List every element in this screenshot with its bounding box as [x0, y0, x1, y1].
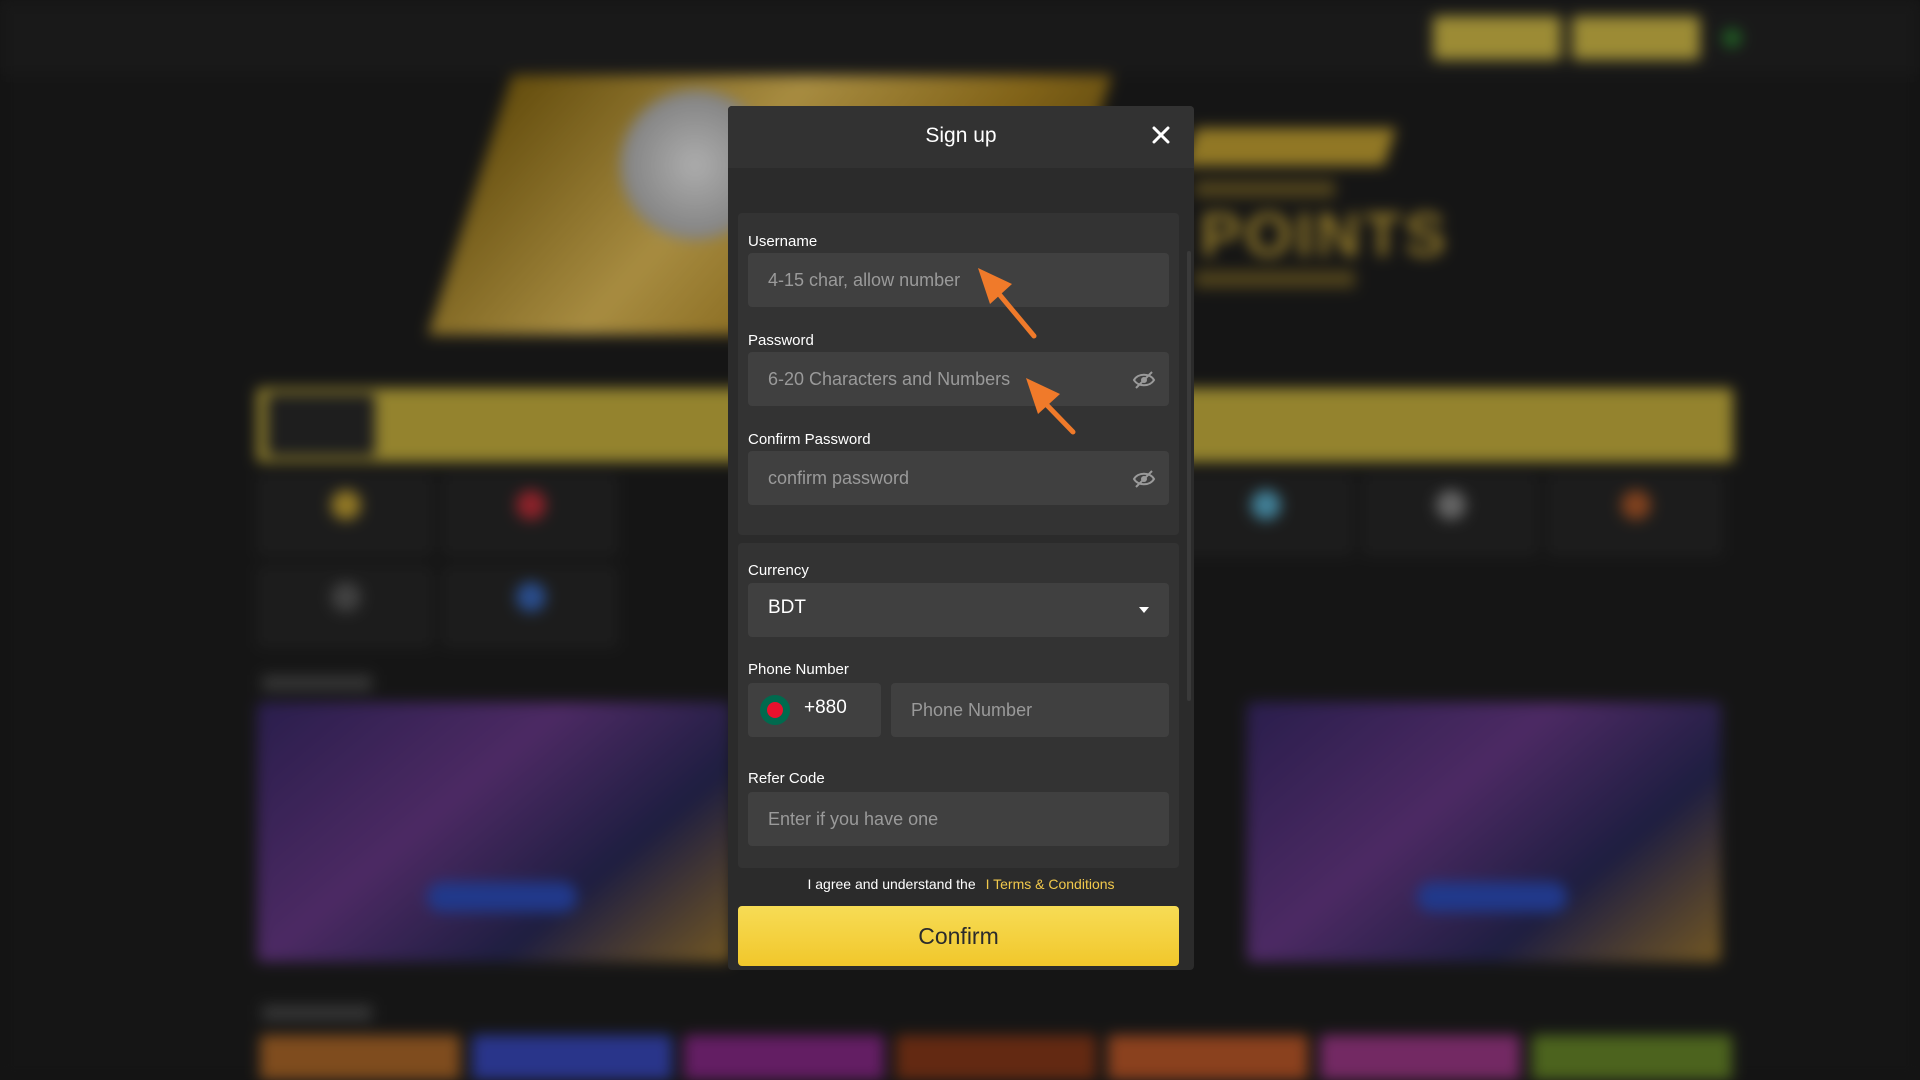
- eye-slash-icon[interactable]: [1132, 469, 1156, 489]
- confirm-button[interactable]: Confirm: [738, 906, 1179, 966]
- terms-link[interactable]: I Terms & Conditions: [986, 876, 1115, 892]
- eye-slash-icon[interactable]: [1132, 370, 1156, 390]
- annotation-arrow-icon: [978, 268, 1037, 339]
- confirm-password-label: Confirm Password: [748, 431, 871, 448]
- agree-text: I agree and understand the: [807, 876, 976, 892]
- modal-scrollbar[interactable]: [1187, 251, 1191, 701]
- modal-title: Sign up: [925, 124, 997, 147]
- country-code: +880: [804, 697, 847, 718]
- credentials-section: Username Password Confirm Password: [738, 213, 1179, 535]
- chevron-down-icon: [1139, 607, 1149, 613]
- currency-value: BDT: [768, 597, 806, 618]
- details-section: Currency BDT Phone Number +880 Refer Cod…: [738, 543, 1179, 868]
- bangladesh-flag-icon: [760, 695, 790, 725]
- refer-code-label: Refer Code: [748, 770, 825, 787]
- annotation-arrow-icon: [1026, 378, 1076, 435]
- phone-label: Phone Number: [748, 661, 849, 678]
- password-label: Password: [748, 332, 814, 349]
- refer-code-input[interactable]: [748, 792, 1169, 846]
- phone-number-input[interactable]: [891, 683, 1169, 737]
- modal-header: Sign up: [728, 106, 1194, 168]
- signup-modal: Sign up Username Password Confirm Passwo…: [728, 106, 1194, 970]
- currency-label: Currency: [748, 562, 809, 579]
- terms-agreement: I agree and understand the I Terms & Cond…: [728, 876, 1194, 892]
- country-code-select[interactable]: +880: [748, 683, 881, 737]
- confirm-password-input[interactable]: [748, 451, 1169, 505]
- currency-select[interactable]: BDT: [748, 583, 1169, 637]
- close-icon[interactable]: [1148, 124, 1174, 150]
- username-label: Username: [748, 233, 818, 250]
- password-input[interactable]: [748, 352, 1169, 406]
- username-input[interactable]: [748, 253, 1169, 307]
